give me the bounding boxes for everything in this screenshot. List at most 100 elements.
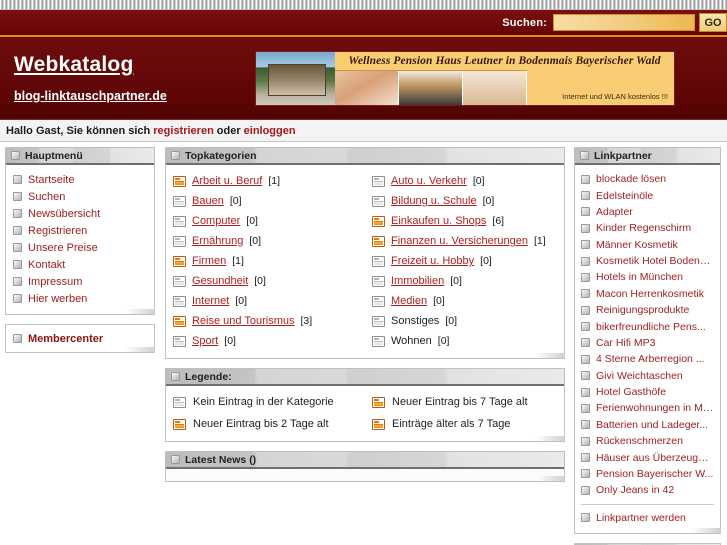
sidebar-item-impressum[interactable]: Impressum (11, 273, 149, 290)
linkpartner-title: Linkpartner (594, 149, 652, 162)
list-item[interactable]: Kinder Regenschirm (580, 220, 715, 236)
linkpartner-label: Only Jeans in 42 (596, 484, 675, 497)
folder-empty-icon (173, 235, 186, 247)
category-immobilien[interactable]: Immobilien [0] (370, 271, 559, 291)
category-einkaufen-u-shops[interactable]: Einkaufen u. Shops [6] (370, 211, 559, 231)
legend-grid: Kein Eintrag in der Kategorie Neuer Eint… (171, 392, 559, 434)
category-gesundheit[interactable]: Gesundheit [0] (171, 271, 360, 291)
category-count: [0] (224, 335, 236, 347)
category-count: [0] (235, 295, 247, 307)
category-ernaehrung[interactable]: Ernährung [0] (171, 231, 360, 251)
sidebar-item-label: Hier werben (28, 292, 88, 305)
advertisement-banner[interactable]: Wellness Pension Haus Leutner in Bodenma… (255, 50, 675, 106)
category-auto-u-verkehr[interactable]: Auto u. Verkehr [0] (370, 171, 559, 191)
main-content: Topkategorien Arbeit u. Beruf [1] Auto u… (160, 147, 570, 491)
register-link[interactable]: registrieren (153, 125, 214, 137)
search-input[interactable] (553, 14, 695, 31)
category-finanzen-u-versicherungen[interactable]: Finanzen u. Versicherungen [1] (370, 231, 559, 251)
folder-empty-icon (372, 295, 385, 307)
linkpartner-label: Givi Weichtaschen (596, 369, 683, 382)
sidebar-item-label: Registrieren (28, 224, 88, 237)
folder-full-icon (173, 418, 186, 430)
right-sidebar: Linkpartner blockade lösen Edelsteinöle … (570, 147, 727, 545)
login-link[interactable]: einloggen (244, 125, 296, 137)
category-firmen[interactable]: Firmen [1] (171, 251, 360, 271)
topcategories-title: Topkategorien (185, 149, 257, 162)
list-item[interactable]: Batterien und Ladeger... (580, 417, 715, 433)
sidebar-item-kontakt[interactable]: Kontakt (11, 256, 149, 273)
banner-body: Internet und WLAN kostenlos !!! (335, 69, 674, 105)
list-item[interactable]: Car Hifi MP3 (580, 335, 715, 351)
linkpartner-label: Häuser aus Überzeugun... (596, 451, 714, 464)
sidebar-item-startseite[interactable]: Startseite (11, 171, 149, 188)
category-label: Internet (192, 295, 230, 307)
latest-news-panel: Latest News () (165, 451, 565, 482)
linkpartner-label: bikerfreundliche Pens... (596, 320, 706, 333)
category-count: [0] (246, 215, 258, 227)
category-medien[interactable]: Medien [0] (370, 291, 559, 311)
list-item[interactable]: Rückenschmerzen (580, 433, 715, 449)
search-go-button[interactable]: GO (699, 13, 727, 32)
linkpartner-label: blockade lösen (596, 173, 667, 186)
folder-empty-icon (173, 275, 186, 287)
category-count: [3] (300, 315, 313, 327)
category-reise-und-tourismus[interactable]: Reise und Tourismus [3] (171, 311, 360, 331)
linkpartner-label: Batterien und Ladeger... (596, 418, 709, 431)
category-bildung-u-schule[interactable]: Bildung u. Schule [0] (370, 191, 559, 211)
list-item[interactable]: Männer Kosmetik (580, 237, 715, 253)
list-item[interactable]: Hotel Gasthöfe (580, 384, 715, 400)
site-title-link[interactable]: Webkatalog (14, 53, 133, 77)
list-bullet-icon (581, 174, 590, 184)
list-item[interactable]: Reinigungsprodukte (580, 302, 715, 318)
sidebar-item-newsuebersicht[interactable]: Newsübersicht (11, 205, 149, 222)
category-label: Wohnen (391, 335, 432, 347)
list-item[interactable]: blockade lösen (580, 171, 715, 187)
category-label: Firmen (192, 255, 227, 267)
category-bauen[interactable]: Bauen [0] (171, 191, 360, 211)
sidebar-item-registrieren[interactable]: Registrieren (11, 222, 149, 239)
list-item[interactable]: Pension Bayerischer W... (580, 466, 715, 482)
category-count: [0] (249, 235, 262, 247)
folder-full-icon (173, 255, 186, 267)
banner-thumb-spa-stones (399, 70, 463, 105)
list-item[interactable]: Adapter (580, 204, 715, 220)
sidebar-item-unsere-preise[interactable]: Unsere Preise (11, 239, 149, 256)
list-bullet-icon (581, 207, 590, 217)
list-item[interactable]: Hotels in München (580, 269, 715, 285)
list-item[interactable]: Häuser aus Überzeugun... (580, 449, 715, 465)
list-item[interactable]: Kosmetik Hotel Bodenm... (580, 253, 715, 269)
list-item[interactable]: bikerfreundliche Pens... (580, 318, 715, 334)
list-item[interactable]: Only Jeans in 42 (580, 482, 715, 498)
list-item[interactable]: Edelsteinöle (580, 187, 715, 203)
become-linkpartner-item[interactable]: Linkpartner werden (580, 510, 715, 526)
greeting-bar: Hallo Gast, Sie können sich registrieren… (0, 120, 727, 142)
list-item[interactable]: Ferienwohnungen in Mü... (580, 400, 715, 416)
legend-label: Kein Eintrag in der Kategorie (193, 396, 334, 408)
list-item[interactable]: Givi Weichtaschen (580, 368, 715, 384)
content-columns: Hauptmenü Startseite Suchen Newsübersich… (0, 142, 727, 545)
category-label: Sport (192, 335, 219, 347)
folder-empty-icon (173, 195, 186, 207)
category-label: Medien (391, 295, 428, 307)
category-computer[interactable]: Computer [0] (171, 211, 360, 231)
list-item[interactable]: Macon Herrenkosmetik (580, 286, 715, 302)
site-domain-link[interactable]: blog-linktauschpartner.de (14, 89, 255, 103)
category-count: [1] (533, 235, 546, 247)
legend-entry-new-2-days: Neuer Eintrag bis 2 Tage alt (171, 414, 360, 434)
folder-empty-icon (173, 215, 186, 227)
linkpartner-label: Ferienwohnungen in Mü... (596, 402, 714, 415)
linkpartner-label: Car Hifi MP3 (596, 336, 656, 349)
linkpartner-list: blockade lösen Edelsteinöle Adapter Kind… (580, 171, 715, 499)
banner-content: Wellness Pension Haus Leutner in Bodenma… (335, 51, 674, 105)
list-item[interactable]: 4 Sterne Arberregion ... (580, 351, 715, 367)
category-sport[interactable]: Sport [0] (171, 331, 360, 351)
sidebar-item-suchen[interactable]: Suchen (11, 188, 149, 205)
category-freizeit-u-hobby[interactable]: Freizeit u. Hobby [0] (370, 251, 559, 271)
sidebar-item-hier-werben[interactable]: Hier werben (11, 290, 149, 307)
sidebar-item-membercenter[interactable]: Membercenter (11, 330, 149, 347)
legend-title: Legende: (185, 370, 232, 383)
category-arbeit-u-beruf[interactable]: Arbeit u. Beruf [1] (171, 171, 360, 191)
category-count: [0] (480, 255, 492, 267)
linkpartner-body: blockade lösen Edelsteinöle Adapter Kind… (575, 165, 720, 533)
category-internet[interactable]: Internet [0] (171, 291, 360, 311)
